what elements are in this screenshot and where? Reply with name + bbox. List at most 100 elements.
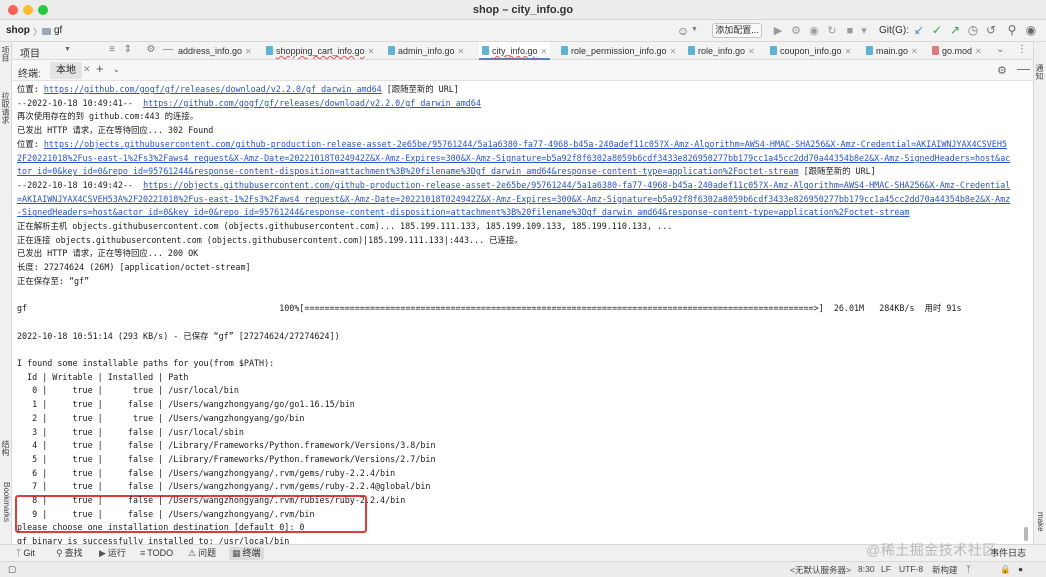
terminal-output[interactable]: 位置: https://github.com/gogf/gf/releases/… xyxy=(12,81,1033,544)
tool-window-pull-requests[interactable]: 拉取请求 xyxy=(1,92,11,124)
tool-todo[interactable]: ≡ TODO xyxy=(140,547,173,560)
close-icon[interactable]: ✕ xyxy=(368,47,375,56)
user-icon[interactable]: ☺ xyxy=(676,24,690,38)
terminal-text: 再次使用存在的到 github.com:443 的连接。 xyxy=(17,111,199,122)
cursor-position[interactable]: 8:30 xyxy=(858,564,875,574)
terminal-link[interactable]: 2F20221018%2Fus-east-1%2Fs3%2Faws4_reque… xyxy=(17,153,1010,163)
minimize-panel-icon[interactable]: — xyxy=(1017,61,1030,76)
close-icon[interactable]: ✕ xyxy=(845,47,852,56)
tab-admin-info[interactable]: admin_info.go ✕ xyxy=(388,42,464,60)
chevron-down-icon[interactable]: ▼ xyxy=(691,26,698,33)
tool-terminal[interactable]: ▦ 终端 xyxy=(229,547,264,560)
tab-address-info[interactable]: address_info.go ✕ xyxy=(178,42,252,60)
debug-icon[interactable]: ⚙ xyxy=(789,24,803,38)
gear-icon[interactable]: ⚙ xyxy=(997,64,1007,77)
terminal-text: 长度: 27274624 (26M) [application/octet-st… xyxy=(17,262,251,273)
vcs-branch-icon[interactable]: ᛉ xyxy=(966,564,971,574)
tab-shopping-cart-info[interactable]: shopping_cart_info.go ✕ xyxy=(266,42,374,60)
tool-window-project[interactable]: 项目 xyxy=(1,46,11,62)
close-icon[interactable]: ✕ xyxy=(83,64,91,75)
line-separator[interactable]: LF xyxy=(881,564,891,574)
rollback-icon[interactable]: ↺ xyxy=(984,23,998,37)
collapse-all-icon[interactable]: ≡ xyxy=(106,44,118,55)
notification-icon[interactable]: ● xyxy=(1018,564,1023,574)
more-caret-icon[interactable]: ▾ xyxy=(857,24,871,38)
terminal-line: 8 | true | false | /Users/wangzhongyang/… xyxy=(17,495,405,505)
tab-role-info[interactable]: role_info.go ✕ xyxy=(688,42,755,60)
terminal-text: 已发出 HTTP 请求，正在等待回应... 200 OK xyxy=(17,248,199,259)
chevron-down-icon[interactable]: ⌄ xyxy=(113,65,120,74)
terminal-link[interactable]: tor_id=0&key_id=0&repo_id=95761244&respo… xyxy=(17,166,799,176)
terminal-tab-local[interactable]: 本地 xyxy=(50,62,82,79)
terminal-link[interactable]: https://github.com/gogf/gf/releases/down… xyxy=(143,98,481,108)
chevron-down-icon[interactable]: ▼ xyxy=(64,46,71,53)
go-file-icon xyxy=(388,46,395,55)
close-icon[interactable]: ✕ xyxy=(911,47,918,56)
close-icon[interactable]: ✕ xyxy=(245,47,252,56)
tool-window-notifications[interactable]: 通知 xyxy=(1035,64,1045,80)
tool-window-make[interactable]: make xyxy=(1035,512,1045,532)
close-icon[interactable]: ✕ xyxy=(670,47,677,56)
tab-role-permission-info[interactable]: role_permission_info.go ✕ xyxy=(561,42,676,60)
tool-find[interactable]: ⚲ 查找 xyxy=(56,547,83,560)
terminal-link[interactable]: =AKIAIWNJYAX4CSVEH53A%2F20221018%2Fus-ea… xyxy=(17,194,1010,204)
history-icon[interactable]: ◷ xyxy=(966,23,980,37)
close-icon[interactable]: ✕ xyxy=(748,47,755,56)
terminal-link[interactable]: https://objects.githubusercontent.com/gi… xyxy=(44,139,1007,149)
terminal-scrollbar[interactable] xyxy=(1024,527,1028,541)
lock-icon[interactable]: 🔒 xyxy=(1000,564,1011,575)
tab-label: role_info.go xyxy=(698,46,746,56)
tab-go-mod[interactable]: go.mod ✕ xyxy=(932,42,982,60)
terminal-text: 位置: xyxy=(17,138,44,149)
tab-main[interactable]: main.go ✕ xyxy=(866,42,918,60)
tab-city-info[interactable]: city_info.go ✕ xyxy=(479,42,551,60)
add-configuration-button[interactable]: 添加配置... xyxy=(712,23,762,38)
new-terminal-plus-icon[interactable]: + xyxy=(96,61,104,76)
git-update-icon[interactable]: ↙ xyxy=(912,23,926,37)
terminal-text: 5 | true | false | /Library/Frameworks/P… xyxy=(17,453,436,464)
more-options-icon[interactable]: ⋮ xyxy=(1017,44,1027,55)
gear-icon[interactable]: ⚙ xyxy=(145,44,157,55)
close-icon[interactable]: ✕ xyxy=(541,47,548,56)
profile-icon[interactable]: ↻ xyxy=(825,24,839,38)
tool-window-structure[interactable]: 结构 xyxy=(1,440,11,456)
terminal-text: --2022-10-18 10:49:41-- xyxy=(17,97,144,108)
git-commit-icon[interactable]: ✓ xyxy=(930,23,944,37)
terminal-link[interactable]: https://github.com/gogf/gf/releases/down… xyxy=(44,84,382,94)
tool-git[interactable]: ᛉ Git xyxy=(16,547,35,560)
status-bar: ▢ <无默认服务器> 8:30 LF UTF-8 新构建 ᛉ 🔒 ● xyxy=(0,561,1046,577)
hide-panel-icon[interactable]: — xyxy=(162,44,174,55)
branch-icon: ᛉ xyxy=(16,548,22,558)
expand-all-icon[interactable]: ⇕ xyxy=(122,44,134,55)
tool-window-bookmarks[interactable]: Bookmarks xyxy=(1,482,11,522)
run-icon[interactable]: ▶ xyxy=(771,24,785,38)
git-branch-status[interactable]: 新构建 xyxy=(932,564,958,576)
terminal-text: 8 | true | false | /Users/wangzhongyang/… xyxy=(17,495,406,505)
search-everywhere-icon[interactable]: ⚲ xyxy=(1005,23,1019,37)
terminal-line: 长度: 27274624 (26M) [application/octet-st… xyxy=(17,262,251,272)
close-icon[interactable]: ✕ xyxy=(975,47,982,56)
stop-icon[interactable]: ■ xyxy=(843,24,857,38)
tab-coupon-info[interactable]: coupon_info.go ✕ xyxy=(770,42,851,60)
tab-list-chevron-icon[interactable]: ⌄ xyxy=(996,44,1004,55)
close-icon[interactable]: ✕ xyxy=(458,47,465,56)
terminal-text: Id | Writable | Installed | Path xyxy=(17,371,189,382)
breadcrumb-root[interactable]: shop xyxy=(6,25,30,36)
terminal-link[interactable]: -SignedHeaders=host&actor_id=0&key_id=0&… xyxy=(17,207,909,217)
go-mod-file-icon xyxy=(932,46,939,55)
status-panel-toggle-icon[interactable]: ▢ xyxy=(8,564,16,575)
project-panel-label[interactable]: 项目 xyxy=(20,45,40,60)
tab-label: admin_info.go xyxy=(398,46,455,56)
terminal-line: 位置: https://github.com/gogf/gf/releases/… xyxy=(17,84,459,94)
tab-label: address_info.go xyxy=(178,46,243,56)
git-push-icon[interactable]: ↗ xyxy=(948,23,962,37)
breadcrumb-child[interactable]: gf xyxy=(54,25,62,36)
file-encoding[interactable]: UTF-8 xyxy=(899,564,923,574)
coverage-icon[interactable]: ◉ xyxy=(807,24,821,38)
ide-logo-icon[interactable]: ◉ xyxy=(1024,23,1038,37)
tool-problems[interactable]: ⚠ 问题 xyxy=(188,547,216,560)
server-selector[interactable]: <无默认服务器> xyxy=(790,564,851,576)
tool-run[interactable]: ▶ 运行 xyxy=(99,547,126,560)
terminal-line: --2022-10-18 10:49:41-- https://github.c… xyxy=(17,98,481,108)
terminal-link[interactable]: https://objects.githubusercontent.com/gi… xyxy=(143,180,1010,190)
